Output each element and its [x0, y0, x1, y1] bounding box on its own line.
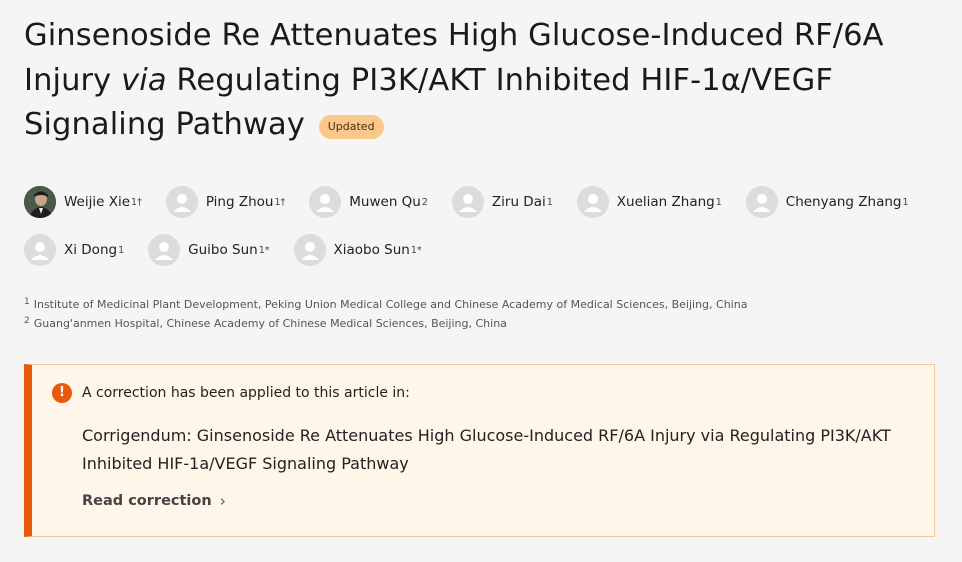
author-name: Weijie Xie	[64, 194, 131, 210]
affiliation-number: 2	[24, 316, 30, 326]
author-list: Weijie Xie 1† Ping Zhou 1† Muwen Qu 2 Ziru …	[24, 186, 944, 266]
exclamation-icon: !	[52, 383, 72, 403]
author-affiliation-mark: 1	[715, 196, 722, 208]
correction-heading-text: A correction has been applied to this ar…	[82, 385, 410, 401]
correction-notice: ! A correction has been applied to this …	[24, 364, 935, 537]
author-name: Chenyang Zhang	[785, 194, 902, 210]
author-name: Muwen Qu	[349, 194, 421, 210]
affiliation-item: 2 Guang'anmen Hospital, Chinese Academy o…	[24, 313, 747, 332]
author-chenyang-zhang[interactable]: Chenyang Zhang 1	[745, 186, 909, 218]
person-icon	[165, 186, 198, 218]
article-title: Ginsenoside Re Attenuates High Glucose-I…	[24, 14, 924, 148]
author-guibo-sun[interactable]: Guibo Sun 1*	[148, 234, 270, 266]
author-name: Guibo Sun	[188, 242, 258, 258]
author-name: Ziru Dai	[491, 194, 546, 210]
correction-heading: ! A correction has been applied to this …	[52, 383, 410, 403]
author-affiliation-mark: 1	[118, 244, 125, 256]
author-photo	[24, 186, 56, 218]
author-xiaobo-sun[interactable]: Xiaobo Sun 1*	[293, 234, 422, 266]
read-correction-label: Read correction	[82, 493, 212, 509]
author-name: Xi Dong	[64, 242, 118, 258]
author-ping-zhou[interactable]: Ping Zhou 1†	[165, 186, 286, 218]
person-icon	[309, 186, 342, 218]
updated-badge: Updated	[318, 115, 384, 139]
author-affiliation-mark: 1†	[274, 196, 286, 208]
affiliation-text: Guang'anmen Hospital, Chinese Academy of…	[33, 317, 507, 330]
author-affiliation-mark: 1*	[410, 244, 422, 256]
person-icon	[293, 234, 326, 266]
author-ziru-dai[interactable]: Ziru Dai 1	[451, 186, 553, 218]
affiliation-number: 1	[24, 297, 30, 307]
author-xi-dong[interactable]: Xi Dong 1	[24, 234, 124, 266]
correction-title: Corrigendum: Ginsenoside Re Attenuates H…	[82, 426, 891, 473]
person-icon	[451, 186, 484, 218]
author-xuelian-zhang[interactable]: Xuelian Zhang 1	[576, 186, 722, 218]
author-affiliation-mark: 1*	[258, 244, 270, 256]
person-icon	[576, 186, 609, 218]
author-affiliation-mark: 1	[546, 196, 553, 208]
affiliation-text: Institute of Medicinal Plant Development…	[33, 298, 748, 311]
affiliation-item: 1 Institute of Medicinal Plant Developmen…	[24, 294, 747, 313]
author-affiliation-mark: 1†	[131, 196, 142, 208]
affiliation-list: 1 Institute of Medicinal Plant Developmen…	[24, 294, 747, 332]
title-italic: via	[121, 62, 167, 98]
author-name: Xiaobo Sun	[333, 242, 410, 258]
author-affiliation-mark: 1	[902, 196, 909, 208]
author-muwen-qu[interactable]: Muwen Qu 2	[309, 186, 428, 218]
read-correction-link[interactable]: Read correction ›	[82, 492, 226, 510]
author-weijie-xie[interactable]: Weijie Xie 1†	[24, 186, 142, 218]
author-name: Xuelian Zhang	[616, 194, 715, 210]
person-icon	[745, 186, 778, 218]
author-name: Ping Zhou	[205, 194, 274, 210]
author-affiliation-mark: 2	[421, 196, 428, 208]
person-icon	[24, 234, 56, 266]
person-icon	[148, 234, 181, 266]
chevron-right-icon: ›	[219, 492, 226, 510]
